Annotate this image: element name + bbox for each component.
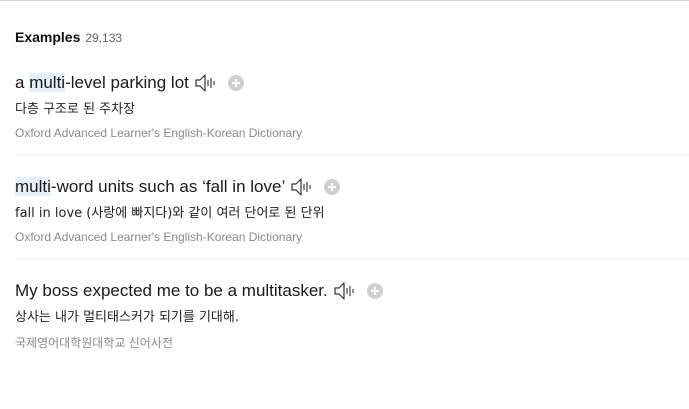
example-item: a multi-level parking lot 다층 구조로 된 주차장 O… bbox=[15, 72, 689, 156]
speaker-icon[interactable] bbox=[194, 73, 218, 93]
example-translation: 다층 구조로 된 주차장 bbox=[15, 102, 136, 117]
example-source: Oxford Advanced Learner's English-Korean… bbox=[15, 230, 303, 244]
example-sentence: a multi-level parking lot bbox=[15, 73, 189, 93]
highlighted-term: multi bbox=[29, 73, 66, 92]
examples-count: 29,133 bbox=[85, 31, 123, 45]
example-source: 국제영어대학원대학교 신어사전 bbox=[15, 336, 173, 350]
examples-title: Examples bbox=[15, 29, 81, 45]
top-divider bbox=[0, 0, 689, 1]
add-to-wordbook-button[interactable] bbox=[324, 179, 341, 195]
example-source: Oxford Advanced Learner's English-Korean… bbox=[15, 126, 303, 140]
sentence-text-pre: My boss expected me to be a multitasker. bbox=[15, 281, 328, 300]
example-sentence: multi-word units such as ‘fall in love’ bbox=[15, 177, 285, 197]
example-sentence-line: multi-word units such as ‘fall in love’ bbox=[15, 176, 689, 198]
speaker-icon[interactable] bbox=[333, 281, 357, 301]
example-translation: 상사는 내가 멀티태스커가 되기를 기대해. bbox=[15, 310, 239, 325]
example-item: multi-word units such as ‘fall in love’ … bbox=[15, 176, 689, 260]
add-to-wordbook-button[interactable] bbox=[366, 283, 383, 299]
example-item: My boss expected me to be a multitasker.… bbox=[15, 280, 689, 351]
examples-header: Examples 29,133 bbox=[15, 29, 122, 45]
example-translation: fall in love (사랑에 빠지다)와 같이 여러 단어로 된 단위 bbox=[15, 206, 325, 221]
sentence-text-post: -word units such as ‘fall in love’ bbox=[50, 177, 286, 196]
highlighted-term: multi bbox=[15, 177, 51, 196]
speaker-icon[interactable] bbox=[290, 177, 314, 197]
example-sentence: My boss expected me to be a multitasker. bbox=[15, 281, 328, 301]
sentence-text-post: -level parking lot bbox=[65, 73, 189, 92]
example-sentence-line: a multi-level parking lot bbox=[15, 72, 689, 94]
example-sentence-line: My boss expected me to be a multitasker. bbox=[15, 280, 689, 302]
add-to-wordbook-button[interactable] bbox=[227, 75, 244, 91]
sentence-text-pre: a bbox=[15, 73, 30, 92]
